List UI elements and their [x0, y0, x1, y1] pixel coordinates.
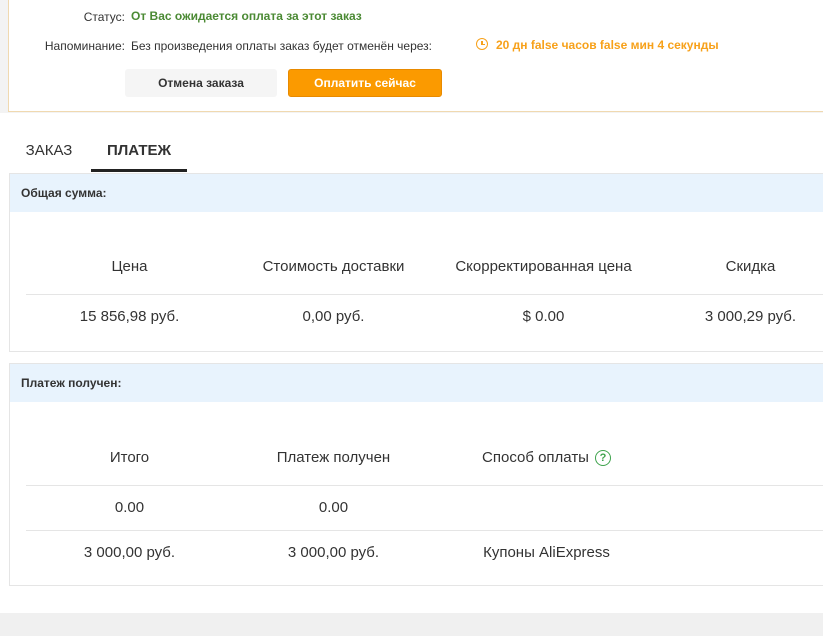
- discount-header: Скидка: [725, 258, 776, 275]
- table-header-row: Итого Платеж получен Способ оплаты?: [10, 449, 823, 469]
- total-value: 3 000,00 руб.: [83, 544, 176, 561]
- question-circle-icon[interactable]: ?: [594, 450, 611, 466]
- total-header: Итого: [109, 449, 150, 466]
- table-row: 15 856,98 руб. 0,00 руб. $ 0.00 3 000,29…: [10, 308, 823, 328]
- row-divider: [26, 294, 823, 295]
- row-divider: [26, 485, 823, 486]
- shipping-header: Стоимость доставки: [262, 258, 405, 275]
- payment-received-value: 3 000,00 руб.: [287, 544, 380, 561]
- clock-icon: [476, 38, 488, 50]
- table-header-row: Цена Стоимость доставки Скорректированна…: [10, 258, 823, 278]
- payment-received-header: Платеж получен: [276, 449, 391, 466]
- payment-received-value: 0.00: [318, 499, 349, 516]
- payment-method-header: Способ оплаты?: [434, 449, 659, 466]
- total-amount-section: Общая сумма: Цена Стоимость доставки Ско…: [9, 173, 823, 352]
- price-value: 15 856,98 руб.: [79, 308, 180, 325]
- countdown-timer: 20 дн false часов false мин 4 секунды: [496, 38, 719, 52]
- tab-order[interactable]: ЗАКАЗ: [16, 141, 82, 172]
- table-row: 0.00 0.00: [10, 499, 823, 519]
- payment-method-label: Способ оплаты: [482, 449, 589, 466]
- adjusted-price-header: Скорректированная цена: [455, 258, 632, 275]
- order-status-panel: Статус: От Вас ожидается оплата за этот …: [8, 0, 823, 112]
- section-title: Общая сумма:: [10, 174, 823, 212]
- main-content: ЗАКАЗ ПЛАТЕЖ Общая сумма: Цена Стоимость…: [0, 113, 823, 613]
- footer-band: [0, 613, 823, 636]
- payment-method-value: Купоны AliExpress: [483, 544, 610, 561]
- payment-received-section: Платеж получен: Итого Платеж получен Спо…: [9, 363, 823, 586]
- detail-tabs: ЗАКАЗ ПЛАТЕЖ: [8, 141, 823, 172]
- status-label: Статус:: [83, 10, 125, 24]
- price-header: Цена: [111, 258, 148, 275]
- reminder-text: Без произведения оплаты заказ будет отме…: [131, 39, 433, 53]
- reminder-label: Напоминание:: [44, 39, 125, 53]
- tab-payment[interactable]: ПЛАТЕЖ: [91, 141, 187, 172]
- pay-now-button[interactable]: Оплатить сейчас: [288, 69, 442, 97]
- total-value: 0.00: [114, 499, 145, 516]
- table-row: 3 000,00 руб. 3 000,00 руб. Купоны AliEx…: [10, 544, 823, 564]
- status-value: От Вас ожидается оплата за этот заказ: [131, 9, 362, 23]
- row-divider: [26, 530, 823, 531]
- adjusted-price-value: $ 0.00: [522, 308, 565, 325]
- discount-value: 3 000,29 руб.: [704, 308, 797, 325]
- cancel-order-button[interactable]: Отмена заказа: [125, 69, 277, 97]
- shipping-value: 0,00 руб.: [302, 308, 365, 325]
- section-title: Платеж получен:: [10, 364, 823, 402]
- order-payment-page: Статус: От Вас ожидается оплата за этот …: [0, 0, 823, 636]
